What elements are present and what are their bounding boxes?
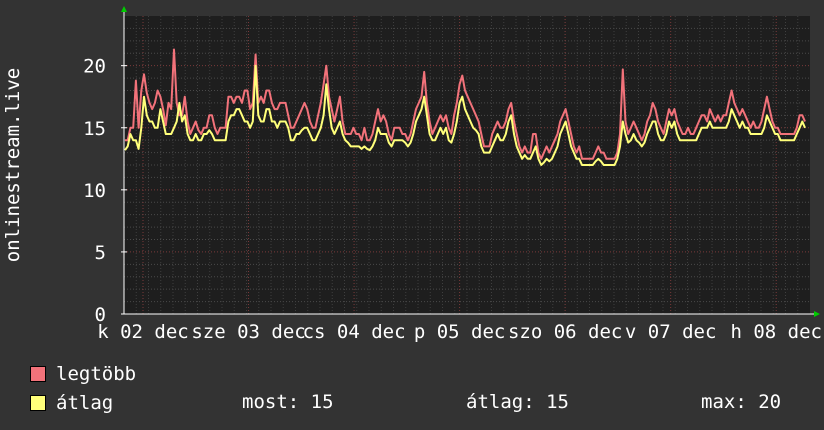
legend-label-max: legtöbb — [56, 363, 137, 385]
x-axis-arrow — [814, 311, 820, 317]
x-tick-label: p 05 dec — [414, 321, 506, 343]
x-tick-label: k 02 dec — [97, 321, 189, 343]
y-tick-label: 15 — [83, 118, 106, 140]
x-tick-label: cs 04 dec — [303, 321, 406, 343]
x-tick-labels: k 02 dec sze 03 deccs 04 dec p 05 dec szo 0… — [97, 321, 822, 343]
y-tick-label: 5 — [95, 242, 106, 264]
x-tick-label: h 08 dec — [730, 321, 822, 343]
stat-max: max: 20 — [701, 391, 782, 413]
legend-item-avg: átlag — [30, 391, 113, 415]
x-tick-label: v 07 dec — [625, 321, 717, 343]
x-tick-label: szo 06 dec — [508, 321, 622, 343]
y-tick-label: 20 — [83, 56, 106, 78]
y-tick-label: 10 — [83, 180, 106, 202]
legend-label-avg: átlag — [56, 392, 114, 414]
stat-current: most: 15 — [242, 391, 334, 413]
y-axis-arrow — [121, 6, 127, 12]
legend-swatch-avg — [30, 395, 46, 411]
y-tick-labels: 05101520 — [83, 56, 106, 326]
legend-item-max: legtöbb — [30, 362, 136, 386]
x-tick-label: sze 03 dec — [191, 321, 305, 343]
stat-average: átlag: 15 — [466, 391, 569, 413]
legend-swatch-max — [30, 366, 46, 382]
y-axis-label: onlinestream.live — [2, 68, 24, 262]
